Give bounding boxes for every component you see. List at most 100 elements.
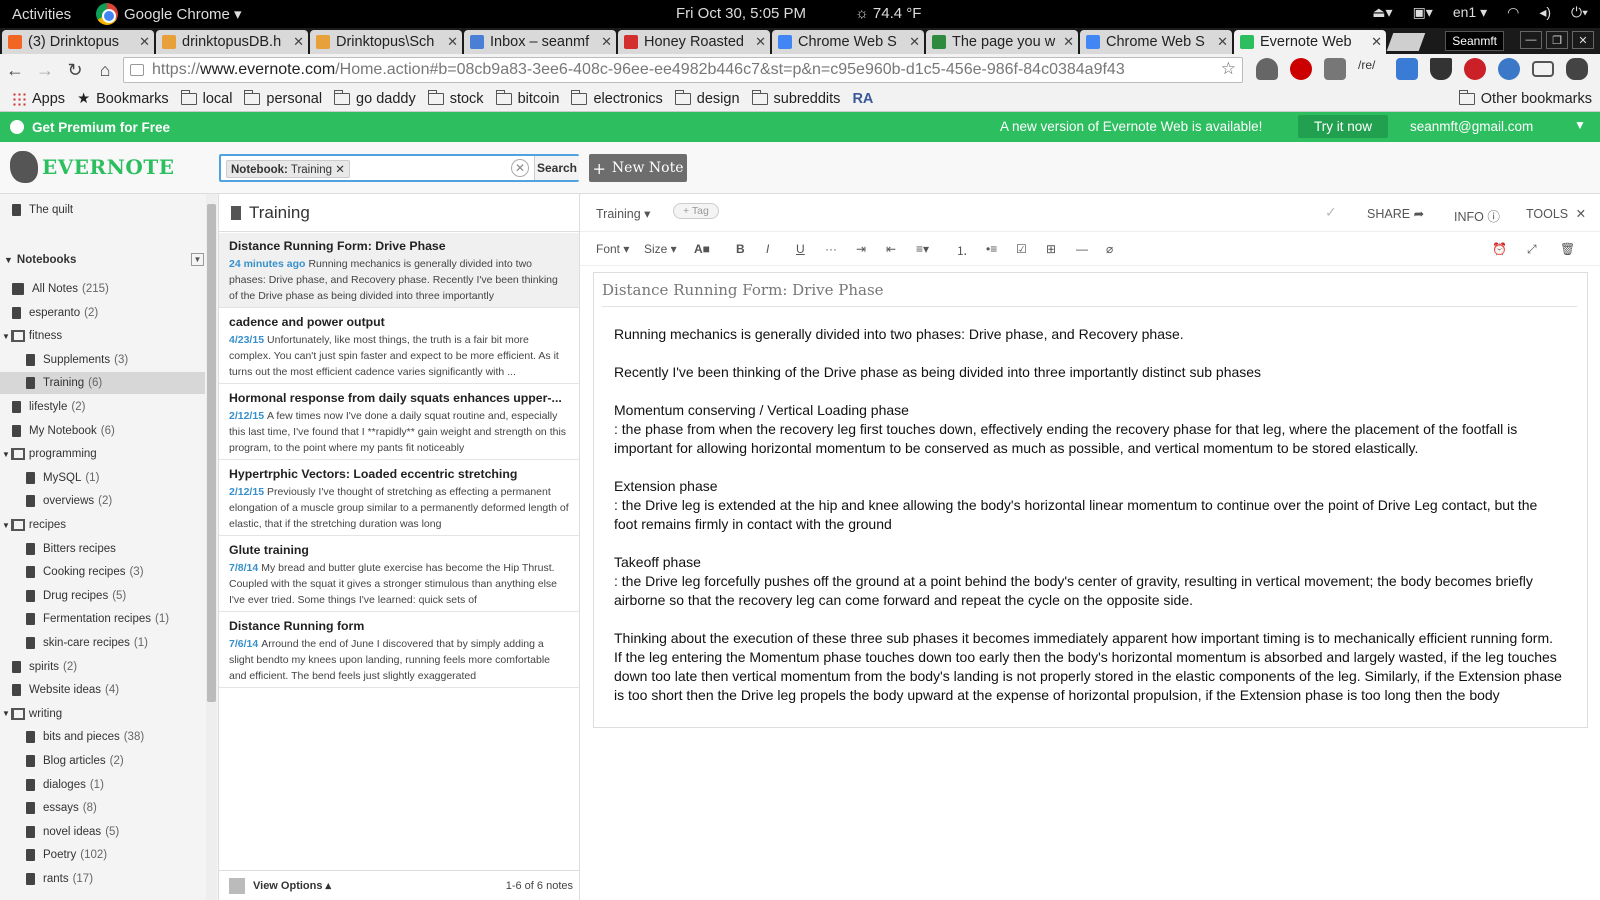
sidebar-item[interactable]: esperanto (2) — [0, 302, 205, 324]
bookmark-apps[interactable]: Apps — [12, 91, 65, 107]
notebook-selector[interactable]: Training ▾ — [596, 206, 650, 221]
bold-icon[interactable]: B — [736, 242, 745, 256]
close-tab-icon[interactable]: ✕ — [909, 34, 920, 50]
sidebar-item[interactable]: Cooking recipes (3) — [0, 561, 205, 583]
browser-tab[interactable]: Chrome Web S ✕ — [772, 30, 924, 54]
sidebar-item[interactable]: lifestyle (2) — [0, 396, 205, 418]
close-tab-icon[interactable]: ✕ — [1063, 34, 1074, 50]
sidebar-scrollbar[interactable] — [206, 194, 217, 900]
sidebar-item-the-quilt[interactable]: The quilt — [12, 199, 217, 221]
bookmark-folder[interactable]: electronics — [571, 89, 663, 107]
note-card[interactable]: Distance Running form 7/6/14 Arround the e… — [219, 613, 579, 688]
evernote-logo[interactable]: EVERNOTE — [10, 151, 174, 183]
notebooks-header[interactable]: ▼ Notebooks ▼ — [4, 253, 204, 266]
home-icon[interactable]: ⌂ — [90, 60, 120, 81]
close-tab-icon[interactable]: ✕ — [1371, 34, 1382, 50]
sidebar-item[interactable]: ▼ fitness — [0, 325, 205, 347]
account-email[interactable]: seanmft@gmail.com — [1410, 119, 1533, 134]
notebook-filter-chip[interactable]: Notebook: Training ✕ — [226, 160, 350, 178]
bookmark-folder[interactable]: design — [674, 89, 740, 107]
sidebar-item[interactable]: overviews (2) — [0, 490, 205, 512]
clear-search-icon[interactable]: ✕ — [511, 159, 529, 177]
bookmark-bookmarks[interactable]: ★ Bookmarks — [77, 91, 169, 107]
note-card[interactable]: cadence and power output 4/23/15 Unfortuna… — [219, 309, 579, 384]
sidebar-item[interactable]: skin-care recipes (1) — [0, 632, 205, 654]
horizontal-rule-icon[interactable]: — — [1076, 242, 1088, 256]
trash-icon[interactable]: 🗑 — [1560, 242, 1575, 256]
note-card[interactable]: Distance Running Form: Drive Phase 24 min… — [219, 233, 579, 308]
bookmark-folder[interactable]: bitcoin — [495, 89, 559, 107]
sidebar-item[interactable]: Drug recipes (5) — [0, 585, 205, 607]
browser-tab[interactable]: Evernote Web ✕ — [1234, 30, 1386, 54]
info-button[interactable]: INFO ⓘ — [1454, 206, 1500, 225]
size-dropdown[interactable]: Size ▾ — [644, 242, 677, 256]
close-icon[interactable]: ✕ — [335, 164, 345, 176]
checkbox-icon[interactable]: ☑ — [1016, 242, 1027, 256]
sidebar-item[interactable]: Supplements (3) — [0, 349, 205, 371]
table-icon[interactable]: ⊞ — [1046, 242, 1056, 256]
bookmark-folder[interactable]: stock — [427, 89, 484, 107]
sidebar-item[interactable]: ▼ recipes — [0, 514, 205, 536]
browser-tab[interactable]: Honey Roasted ✕ — [618, 30, 770, 54]
browser-tab[interactable]: Inbox – seanmf ✕ — [464, 30, 616, 54]
browser-tab[interactable]: (3) Drinktopus ✕ — [2, 30, 154, 54]
add-tag-button[interactable]: + Tag — [673, 203, 719, 219]
sidebar-item[interactable]: All Notes (215) — [0, 278, 205, 300]
expand-icon[interactable]: ⤢ — [1527, 242, 1537, 257]
attachment-icon[interactable]: ⌀ — [1106, 242, 1113, 256]
bookmark-folder[interactable]: local — [180, 89, 232, 107]
note-card[interactable]: Glute training 7/8/14 My bread and butter … — [219, 537, 579, 612]
sidebar-item[interactable]: Fermentation recipes (1) — [0, 608, 205, 630]
minimize-icon[interactable]: — — [1520, 31, 1542, 49]
sidebar-item[interactable]: Website ideas (4) — [0, 679, 205, 701]
note-title-input[interactable]: Distance Running Form: Drive Phase — [602, 281, 1577, 307]
sidebar-item[interactable]: Bitters recipes — [0, 538, 205, 560]
sidebar-item[interactable]: MySQL (1) — [0, 467, 205, 489]
close-tab-icon[interactable]: ✕ — [601, 34, 612, 50]
note-body[interactable]: Running mechanics is generally divided i… — [614, 325, 1564, 724]
close-tab-icon[interactable]: ✕ — [1217, 34, 1228, 50]
browser-tab[interactable]: drinktopusDB.h ✕ — [156, 30, 308, 54]
try-it-now-button[interactable]: Try it now — [1298, 115, 1389, 138]
underline-icon[interactable]: U — [796, 242, 805, 256]
search-input[interactable]: Notebook: Training ✕ ✕ Search — [219, 154, 579, 182]
bookmark-star-icon[interactable] — [1498, 58, 1520, 80]
restore-icon[interactable]: ❐ — [1546, 31, 1568, 49]
expand-icon[interactable]: ▼ — [2, 450, 10, 459]
indent-icon[interactable]: ⇥ — [856, 242, 866, 256]
sidebar-item[interactable]: Blog articles (2) — [0, 750, 205, 772]
share-button[interactable]: SHARE ➦ — [1367, 206, 1424, 221]
expand-icon[interactable]: ▼ — [2, 332, 10, 341]
sidebar-item[interactable]: ▼ programming — [0, 443, 205, 465]
close-tab-icon[interactable]: ✕ — [293, 34, 304, 50]
ublock-icon[interactable] — [1290, 58, 1312, 80]
pinterest-icon[interactable] — [1464, 58, 1486, 80]
chevron-down-icon[interactable]: ▼ — [1574, 118, 1586, 132]
new-note-button[interactable]: + New Note — [589, 154, 687, 182]
sidebar-item[interactable]: My Notebook (6) — [0, 420, 205, 442]
calendar-icon[interactable] — [1396, 58, 1418, 80]
outdent-icon[interactable]: ⇤ — [886, 242, 896, 256]
close-window-icon[interactable]: ✕ — [1572, 31, 1594, 49]
italic-icon[interactable]: I — [766, 242, 769, 256]
star-icon[interactable]: ☆ — [1221, 59, 1236, 79]
more-icon[interactable]: ··· — [825, 242, 837, 256]
re-extension-icon[interactable]: /re/ — [1358, 58, 1384, 80]
sidebar-item[interactable]: bits and pieces (38) — [0, 726, 205, 748]
weather[interactable]: ☼ 74.4 °F — [855, 5, 921, 22]
app-menu[interactable]: Google Chrome ▾ — [96, 3, 242, 25]
new-tab-button[interactable] — [1386, 33, 1426, 51]
browser-tab[interactable]: The page you w ✕ — [926, 30, 1078, 54]
power-icon[interactable]: ⏻▾ — [1571, 4, 1588, 21]
scrollbar-thumb[interactable] — [207, 204, 216, 702]
text-color-icon[interactable]: A■ — [694, 242, 710, 256]
font-dropdown[interactable]: Font ▾ — [596, 242, 629, 256]
close-icon[interactable]: ✕ — [1576, 207, 1586, 221]
numbered-list-icon[interactable]: ⒈ — [956, 242, 968, 259]
sidebar-item[interactable]: Poetry (102) — [0, 844, 205, 866]
clipboard-icon[interactable]: ▣▾ — [1413, 4, 1433, 21]
extension-icon[interactable] — [1256, 58, 1278, 80]
evernote-clipper-icon[interactable] — [1566, 58, 1588, 80]
sidebar-item[interactable]: dialoges (1) — [0, 774, 205, 796]
bookmark-other[interactable]: Other bookmarks — [1458, 90, 1592, 107]
